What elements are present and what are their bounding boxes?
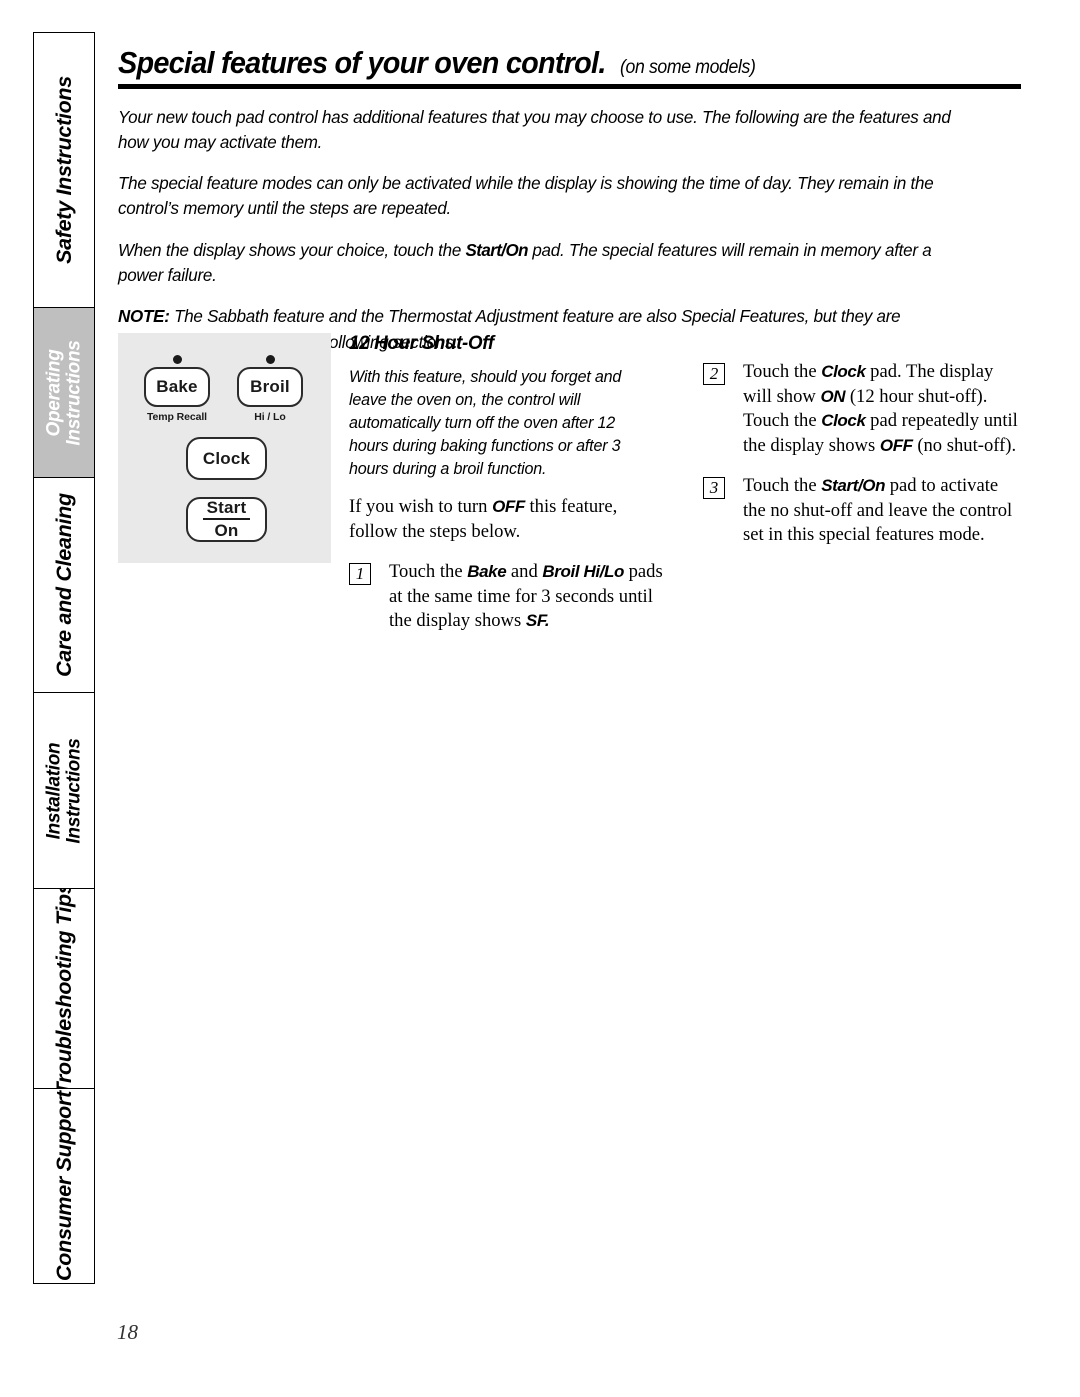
section-description: With this feature, should you forget and… (349, 367, 622, 478)
sidebar-item-label-line2: Instructions (63, 339, 84, 446)
intro-paragraph-2: The special feature modes can only be ac… (118, 173, 934, 219)
bake-indicator-light-icon (173, 355, 182, 364)
step-text: Touch the Clock pad. The display will sh… (743, 360, 1023, 459)
twelve-hour-shutoff-column: 12 Hour Shut-Off With this feature, shou… (349, 332, 667, 634)
intro-p3-text-a: When the display shows your choice, touc… (118, 239, 466, 260)
clock-pad[interactable]: Clock (186, 437, 267, 480)
sidebar-item-label: Care and Cleaning (51, 493, 76, 677)
emphasis-term: ON (820, 386, 846, 406)
sidebar-item-installation-instructions[interactable]: Installation Instructions (34, 693, 94, 890)
title-divider (118, 84, 1021, 89)
sidebar-item-label: Safety Instructions (51, 76, 76, 264)
sidebar-item-safety-instructions[interactable]: Safety Instructions (34, 33, 94, 308)
emphasis-term: OFF (879, 436, 913, 456)
intro-paragraph-1: Your new touch pad control has additiona… (118, 106, 951, 152)
sidebar-item-label-line1: Installation (43, 742, 65, 839)
section-lead-in: If you wish to turn OFF this feature, fo… (349, 495, 667, 544)
step-item: 1 Touch the Bake and Broil Hi/Lo pads at… (349, 560, 667, 634)
start-on-pad-line2: On (214, 520, 239, 540)
start-on-pad[interactable]: Start On (186, 497, 267, 542)
start-on-pad-line1: Start (202, 498, 251, 520)
sidebar-item-label: Troubleshooting Tips (51, 889, 76, 1090)
plain-text: (no shut-off). (912, 435, 1017, 457)
sidebar-item-care-and-cleaning[interactable]: Care and Cleaning (34, 478, 94, 693)
broil-pad-sublabel: Hi / Lo (254, 411, 286, 423)
bake-pad-sublabel: Temp Recall (147, 411, 207, 423)
twelve-hour-shutoff-steps-column: 2 Touch the Clock pad. The display will … (703, 360, 1023, 548)
emphasis-term: Clock (821, 411, 866, 431)
emphasis-term: Broil Hi/Lo (542, 561, 624, 581)
broil-pad[interactable]: Broil (237, 367, 303, 407)
section-heading: 12 Hour Shut-Off (349, 332, 494, 354)
sidebar-item-troubleshooting-tips[interactable]: Troubleshooting Tips (34, 889, 94, 1090)
sidebar-item-label: Operating Instructions (43, 339, 84, 446)
oven-control-panel-illustration: Bake Temp Recall Broil Hi / Lo Clock Sta… (118, 333, 331, 563)
step-item: 2 Touch the Clock pad. The display will … (703, 360, 1023, 459)
page-number: 18 (117, 1320, 138, 1344)
plain-text: Touch the (389, 560, 468, 582)
page-content: Special features of your oven control. (… (118, 45, 1023, 631)
page-title: Special features of your oven control. (… (118, 45, 1023, 83)
lead-text-a: If you wish to turn (349, 496, 493, 518)
sidebar-item-label: Consumer Support (51, 1091, 76, 1282)
step-item: 3 Touch the Start/On pad to activate the… (703, 474, 1023, 548)
emphasis-term: Clock (821, 362, 866, 381)
page-title-main: Special features of your oven control. (118, 45, 606, 80)
sidebar-item-label-line1: Operating (43, 348, 65, 437)
sidebar-item-consumer-support[interactable]: Consumer Support (34, 1089, 94, 1283)
sidebar-item-label: Installation Instructions (43, 738, 84, 844)
step-number: 2 (703, 363, 725, 385)
sidebar-item-operating-instructions[interactable]: Operating Instructions (34, 308, 94, 478)
step-number: 1 (349, 562, 371, 585)
step-number: 3 (703, 476, 725, 499)
broil-indicator-light-icon (266, 355, 275, 364)
section-tab-sidebar: Safety Instructions Operating Instruction… (33, 32, 95, 1284)
off-value-reference: OFF (492, 497, 525, 517)
step-text: Touch the Bake and Broil Hi/Lo pads at t… (389, 560, 667, 634)
intro-paragraph-3: When the display shows your choice, touc… (118, 238, 975, 289)
sidebar-item-label-line2: Instructions (63, 738, 84, 844)
bake-pad[interactable]: Bake (144, 367, 210, 407)
plain-text: and (506, 560, 543, 582)
start-on-pad-reference: Start/On (465, 239, 529, 260)
plain-text: Touch the (743, 361, 822, 382)
page-title-subtitle: (on some models) (620, 57, 756, 78)
emphasis-term: SF. (525, 611, 550, 631)
note-label: NOTE: (118, 306, 170, 327)
emphasis-term: Start/On (821, 475, 886, 495)
emphasis-term: Bake (467, 561, 507, 581)
step-text: Touch the Start/On pad to activate the n… (743, 474, 1023, 548)
plain-text: Touch the (743, 474, 822, 496)
